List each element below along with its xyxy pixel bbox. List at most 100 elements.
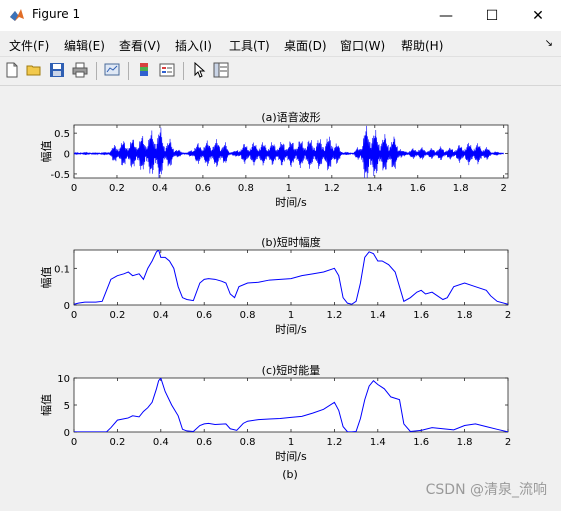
x-tick-label: 0.8 bbox=[240, 310, 256, 321]
pointer-button[interactable] bbox=[189, 60, 209, 80]
y-tick-label: 5 bbox=[64, 401, 70, 412]
x-axis-label: 时间/s bbox=[275, 323, 307, 336]
x-tick-label: 1.2 bbox=[326, 437, 342, 448]
watermark: CSDN @清泉_流响 bbox=[425, 482, 547, 498]
pointer-icon bbox=[194, 62, 206, 78]
matlab-icon bbox=[10, 9, 24, 21]
print-button[interactable] bbox=[70, 60, 90, 80]
x-tick-label: 0.6 bbox=[196, 310, 212, 321]
y-tick-label: 0.1 bbox=[54, 264, 70, 275]
x-tick-label: 1 bbox=[288, 437, 294, 448]
new-figure-icon bbox=[6, 62, 18, 78]
x-tick-label: 0 bbox=[71, 310, 77, 321]
new-figure-button[interactable] bbox=[2, 60, 22, 80]
x-tick-label: 0 bbox=[71, 437, 77, 448]
x-tick-label: 0.8 bbox=[240, 437, 256, 448]
menu-help[interactable]: 帮助(H) bbox=[401, 37, 443, 54]
maximize-icon: ☐ bbox=[485, 7, 499, 24]
link-plot-icon bbox=[104, 63, 120, 76]
x-tick-label: 0.2 bbox=[109, 183, 125, 194]
y-tick-label: 0 bbox=[64, 301, 70, 312]
window-title: Figure 1 bbox=[32, 7, 81, 21]
subplot-2: (b)短时幅度 0 0.2 0.4 0.6 0.8 1 1.2 1.4 1.6 1.8 2 0 0.1 时间… bbox=[40, 235, 511, 336]
x-axis-label: 时间/s bbox=[275, 450, 307, 463]
toolbar-separator bbox=[128, 62, 129, 80]
x-tick-label: 1.2 bbox=[326, 310, 342, 321]
menu-bar: 文件(F) 编辑(E) 查看(V) 插入(I) 工具(T) 桌面(D) 窗口(W… bbox=[0, 31, 561, 57]
toolbar-separator bbox=[183, 62, 184, 80]
colorbar-icon bbox=[140, 63, 148, 76]
figure-caption: (b) bbox=[282, 468, 298, 481]
x-tick-label: 2 bbox=[505, 310, 511, 321]
title-bar: Figure 1 — ☐ ✕ bbox=[0, 0, 561, 31]
print-icon bbox=[72, 62, 88, 78]
y-axis-label: 幅值 bbox=[40, 141, 53, 163]
x-tick-label: 1 bbox=[286, 183, 292, 194]
x-tick-label: 1.4 bbox=[370, 310, 386, 321]
plot-area bbox=[73, 249, 509, 306]
y-tick-label: 0.5 bbox=[54, 129, 70, 140]
menu-desktop[interactable]: 桌面(D) bbox=[284, 37, 327, 54]
x-tick-label: 1.6 bbox=[413, 310, 429, 321]
minimize-button[interactable]: — bbox=[423, 0, 469, 31]
x-tick-label: 2 bbox=[501, 183, 507, 194]
legend-button[interactable] bbox=[157, 60, 177, 80]
menu-file[interactable]: 文件(F) bbox=[9, 37, 49, 54]
x-tick-label: 1.2 bbox=[324, 183, 340, 194]
x-tick-label: 1.8 bbox=[457, 310, 473, 321]
x-tick-label: 0.4 bbox=[152, 183, 168, 194]
subplot-3: (c)短时能量 0 0.2 0.4 0.6 0.8 1 1.2 1.4 1.6 1.8 2 0 5 10 时间… bbox=[40, 363, 511, 463]
menu-window[interactable]: 窗口(W) bbox=[340, 37, 385, 54]
open-file-button[interactable] bbox=[24, 60, 44, 80]
x-tick-label: 1.6 bbox=[413, 437, 429, 448]
x-tick-label: 0.4 bbox=[153, 437, 169, 448]
x-tick-label: 0.4 bbox=[153, 310, 169, 321]
toolbar bbox=[0, 57, 561, 86]
x-tick-label: 1.4 bbox=[370, 437, 386, 448]
menu-view[interactable]: 查看(V) bbox=[119, 37, 161, 54]
y-axis-label: 幅值 bbox=[40, 394, 53, 416]
minimize-icon: — bbox=[439, 7, 453, 24]
plot-area bbox=[73, 377, 509, 433]
menu-overflow-icon[interactable]: ↘ bbox=[545, 38, 553, 49]
x-tick-label: 1.8 bbox=[457, 437, 473, 448]
colorbar-button[interactable] bbox=[134, 60, 154, 80]
property-editor-icon bbox=[213, 62, 229, 78]
y-tick-label: 10 bbox=[57, 374, 70, 385]
x-tick-label: 1.6 bbox=[410, 183, 426, 194]
x-tick-label: 0 bbox=[71, 183, 77, 194]
toolbar-separator bbox=[96, 62, 97, 80]
y-axis-label: 幅值 bbox=[40, 267, 53, 289]
link-plot-button[interactable] bbox=[102, 60, 122, 80]
subplot-title: (a)语音波形 bbox=[261, 110, 320, 124]
open-file-icon bbox=[26, 65, 41, 76]
x-tick-label: 0.8 bbox=[238, 183, 254, 194]
x-tick-label: 1 bbox=[288, 310, 294, 321]
x-axis-label: 时间/s bbox=[275, 196, 307, 209]
legend-icon bbox=[159, 63, 175, 77]
subplot-1: (a)语音波形0 0.2 0.4 0.6 0.8 1 1.2 1.4 1.6 1.8 2-0.500… bbox=[40, 110, 509, 209]
figure-svg: (a)语音波形0 0.2 0.4 0.6 0.8 1 1.2 1.4 1.6 1.8 2-0.500… bbox=[40, 110, 511, 481]
x-tick-label: 0.6 bbox=[196, 437, 212, 448]
menu-tools[interactable]: 工具(T) bbox=[229, 37, 270, 54]
figure-canvas: (a)语音波形 0 0.2 0.4 0.6 0.8 1 1.2 1.4 1.6 1.8 2 -0.5 0 0… bbox=[0, 86, 561, 507]
y-tick-label: 0 bbox=[64, 428, 70, 439]
menu-insert[interactable]: 插入(I) bbox=[175, 37, 212, 54]
subplot-title: (b)短时幅度 bbox=[261, 235, 321, 249]
close-icon: ✕ bbox=[532, 7, 544, 24]
save-button[interactable] bbox=[47, 60, 67, 80]
subplot-title: (c)短时能量 bbox=[262, 363, 321, 377]
x-tick-label: 0.2 bbox=[109, 310, 125, 321]
x-tick-label: 0.6 bbox=[195, 183, 211, 194]
property-editor-button[interactable] bbox=[211, 60, 231, 80]
save-icon bbox=[50, 63, 64, 77]
close-button[interactable]: ✕ bbox=[515, 0, 561, 31]
x-tick-label: 1.8 bbox=[453, 183, 469, 194]
x-tick-label: 1.4 bbox=[367, 183, 383, 194]
y-tick-label: -0.5 bbox=[50, 170, 70, 181]
x-tick-label: 0.2 bbox=[109, 437, 125, 448]
maximize-button[interactable]: ☐ bbox=[469, 0, 515, 31]
x-tick-label: 2 bbox=[505, 437, 511, 448]
menu-edit[interactable]: 编辑(E) bbox=[64, 37, 105, 54]
y-tick-label: 0 bbox=[64, 150, 70, 161]
